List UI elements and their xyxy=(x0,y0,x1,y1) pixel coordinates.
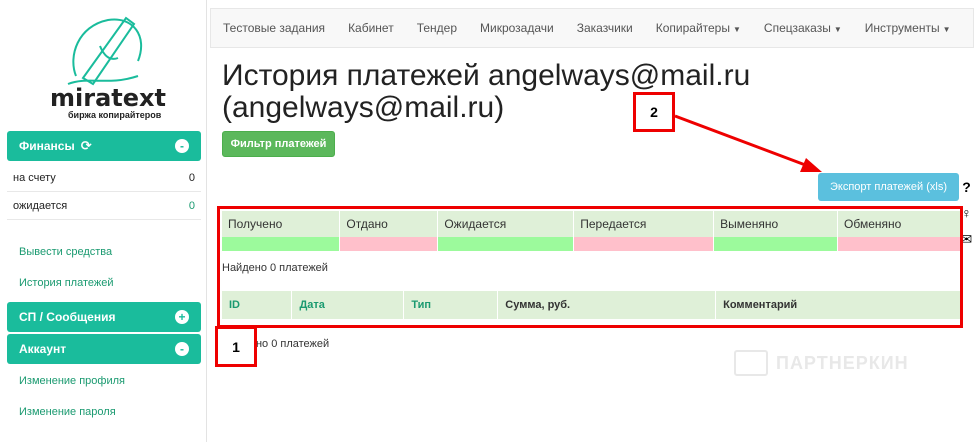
watermark-icon xyxy=(734,350,768,376)
watermark-text: ПАРТНЕРКИН xyxy=(776,352,909,373)
watermark: ПАРТНЕРКИН xyxy=(734,350,909,376)
